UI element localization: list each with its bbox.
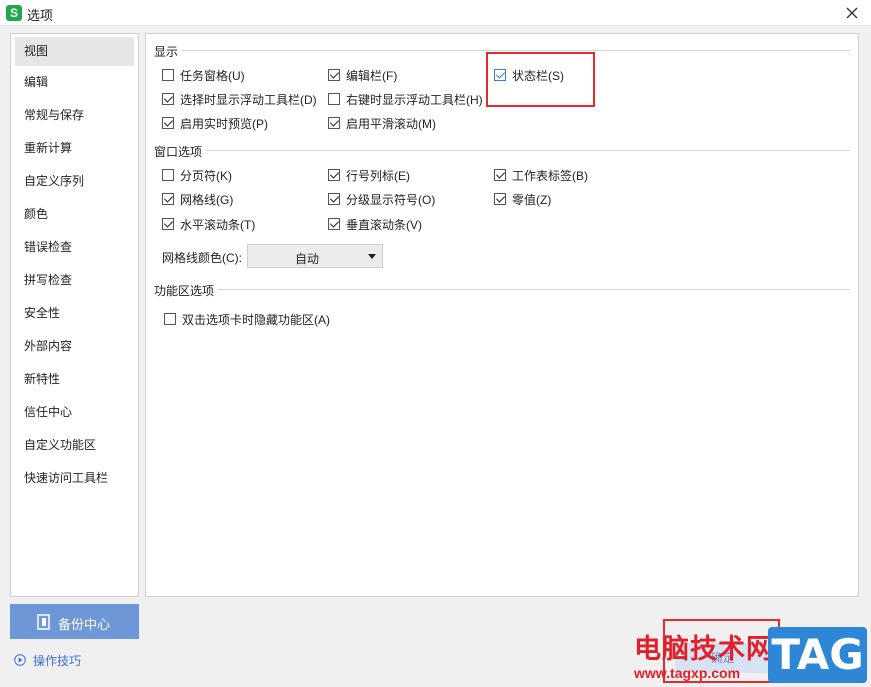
window-options-section-title: 窗口选项 — [154, 145, 203, 159]
close-icon — [846, 7, 858, 19]
options-sidebar: 视图 编辑 常规与保存 重新计算 自定义序列 颜色 错误检查 拼写检查 安全性 … — [10, 33, 139, 597]
checkbox-label: 垂直滚动条(V) — [346, 217, 422, 232]
display-section-title: 显示 — [154, 45, 179, 59]
operation-tips-label: 操作技巧 — [33, 654, 82, 668]
task-pane-checkbox[interactable]: 任务窗格(U) — [162, 67, 245, 83]
checkbox-label: 零值(Z) — [512, 192, 552, 207]
checkbox-label: 选择时显示浮动工具栏(D) — [180, 92, 317, 107]
watermark-badge-text: TAG — [771, 630, 864, 679]
view-options-panel: 显示 任务窗格(U) 编辑栏(F) 状态栏(S) 选择时显示浮动工具栏(D) 右… — [145, 33, 859, 597]
backup-icon — [37, 614, 50, 630]
checkbox-box — [162, 193, 174, 205]
sidebar-item-color[interactable]: 颜色 — [11, 198, 138, 231]
section-divider — [182, 50, 850, 51]
checkbox-label: 双击选项卡时隐藏功能区(A) — [182, 312, 330, 327]
checkbox-label: 分页符(K) — [180, 168, 232, 183]
zero-values-checkbox[interactable]: 零值(Z) — [494, 191, 551, 207]
checkbox-box — [162, 117, 174, 129]
checkbox-box — [328, 218, 340, 230]
sidebar-item-view[interactable]: 视图 — [15, 37, 134, 66]
dropdown-arrow-icon — [368, 254, 376, 259]
backup-center-label: 备份中心 — [58, 617, 111, 632]
checkbox-box — [162, 93, 174, 105]
title-bar: S 选项 — [0, 0, 871, 26]
gridline-color-select[interactable]: 自动 — [247, 244, 383, 268]
checkbox-label: 编辑栏(F) — [346, 68, 398, 83]
live-preview-checkbox[interactable]: 启用实时预览(P) — [162, 115, 268, 131]
checkbox-box — [328, 169, 340, 181]
row-col-headers-checkbox[interactable]: 行号列标(E) — [328, 167, 410, 183]
checkbox-box — [162, 69, 174, 81]
watermark-text: 电脑技术网 — [634, 634, 774, 664]
checkbox-box — [494, 169, 506, 181]
formula-bar-checkbox[interactable]: 编辑栏(F) — [328, 67, 397, 83]
checkbox-label: 启用实时预览(P) — [180, 116, 268, 131]
vertical-scrollbar-checkbox[interactable]: 垂直滚动条(V) — [328, 216, 422, 232]
floating-toolbar-on-select-checkbox[interactable]: 选择时显示浮动工具栏(D) — [162, 91, 317, 107]
sidebar-item-custom-ribbon[interactable]: 自定义功能区 — [11, 429, 138, 462]
sidebar-item-external-content[interactable]: 外部内容 — [11, 330, 138, 363]
checkbox-label: 分级显示符号(O) — [346, 192, 436, 207]
checkbox-label: 水平滚动条(T) — [180, 217, 256, 232]
checkbox-label: 右键时显示浮动工具栏(H) — [346, 92, 483, 107]
sheet-tabs-checkbox[interactable]: 工作表标签(B) — [494, 167, 588, 183]
sidebar-item-recalculate[interactable]: 重新计算 — [11, 132, 138, 165]
checkbox-box — [328, 69, 340, 81]
section-divider — [206, 150, 850, 151]
floating-toolbar-on-right-click-checkbox[interactable]: 右键时显示浮动工具栏(H) — [328, 91, 483, 107]
checkbox-label: 网格线(G) — [180, 192, 234, 207]
section-divider — [218, 289, 850, 290]
checkbox-box — [328, 117, 340, 129]
sidebar-item-spell-check[interactable]: 拼写检查 — [11, 264, 138, 297]
backup-center-button[interactable]: 备份中心 — [10, 604, 139, 639]
sidebar-item-custom-lists[interactable]: 自定义序列 — [11, 165, 138, 198]
highlight-box — [486, 52, 595, 107]
sidebar-item-new-features[interactable]: 新特性 — [11, 363, 138, 396]
checkbox-label: 启用平滑滚动(M) — [346, 116, 436, 131]
outline-symbols-checkbox[interactable]: 分级显示符号(O) — [328, 191, 435, 207]
watermark-url: www.tagxp.com — [634, 665, 741, 681]
sidebar-item-security[interactable]: 安全性 — [11, 297, 138, 330]
checkbox-box — [164, 313, 176, 325]
gridline-color-label: 网格线颜色(C): — [162, 251, 242, 265]
hide-ribbon-on-double-click-checkbox[interactable]: 双击选项卡时隐藏功能区(A) — [164, 311, 330, 327]
horizontal-scrollbar-checkbox[interactable]: 水平滚动条(T) — [162, 216, 255, 232]
wps-app-icon: S — [6, 5, 22, 21]
page-break-checkbox[interactable]: 分页符(K) — [162, 167, 232, 183]
watermark-badge: TAG — [768, 627, 867, 683]
sidebar-item-quick-access-toolbar[interactable]: 快速访问工具栏 — [11, 462, 138, 495]
sidebar-item-general-save[interactable]: 常规与保存 — [11, 99, 138, 132]
checkbox-box — [328, 93, 340, 105]
ribbon-options-section-title: 功能区选项 — [154, 284, 215, 298]
gridline-color-value: 自动 — [294, 252, 319, 266]
sidebar-item-error-checking[interactable]: 错误检查 — [11, 231, 138, 264]
sidebar-item-edit[interactable]: 编辑 — [11, 66, 138, 99]
play-circle-icon — [14, 654, 26, 666]
checkbox-box — [328, 193, 340, 205]
checkbox-label: 工作表标签(B) — [512, 168, 588, 183]
gridlines-checkbox[interactable]: 网格线(G) — [162, 191, 233, 207]
sidebar-item-trust-center[interactable]: 信任中心 — [11, 396, 138, 429]
checkbox-box — [162, 218, 174, 230]
window-title: 选项 — [27, 8, 54, 23]
checkbox-box — [162, 169, 174, 181]
checkbox-box — [494, 193, 506, 205]
smooth-scroll-checkbox[interactable]: 启用平滑滚动(M) — [328, 115, 436, 131]
close-button[interactable] — [841, 2, 863, 24]
checkbox-label: 任务窗格(U) — [180, 68, 245, 83]
checkbox-label: 行号列标(E) — [346, 168, 410, 183]
